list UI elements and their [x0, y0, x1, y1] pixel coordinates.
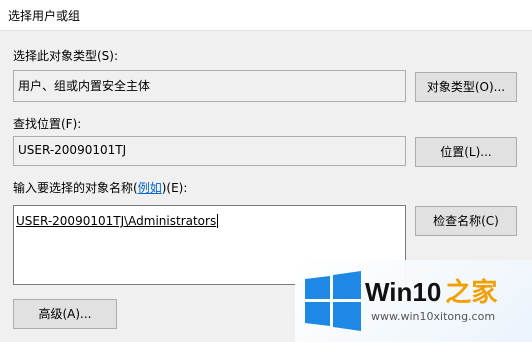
location-label: 查找位置(F):: [13, 117, 82, 131]
watermark-brand-text: Win10: [365, 277, 442, 307]
location-field: USER-20090101TJ: [13, 136, 406, 166]
check-names-button[interactable]: 检查名称(C): [415, 206, 517, 236]
examples-link[interactable]: 例如: [138, 181, 162, 195]
names-label-prefix: 输入要选择的对象名称(: [13, 181, 138, 195]
names-label-suffix: )(E):: [161, 181, 188, 195]
title-bar: 选择用户或组: [0, 0, 532, 31]
names-label: 输入要选择的对象名称(例如)(E):: [13, 179, 187, 196]
object-names-value: USER-20090101TJ\Administrators: [16, 214, 217, 228]
watermark-brand: Win10 之家: [365, 272, 497, 309]
watermark-logo: Win10 之家 www.win10xitong.com: [295, 260, 532, 342]
window-title: 选择用户或组: [8, 9, 81, 23]
object-type-label: 选择此对象类型(S):: [13, 49, 119, 63]
windows-logo-icon: [305, 271, 361, 331]
watermark-url: www.win10xitong.com: [371, 310, 496, 323]
object-types-button[interactable]: 对象类型(O)...: [415, 72, 517, 102]
object-type-value: 用户、组或内置安全主体: [18, 79, 151, 93]
watermark-brand-accent: 之家: [445, 277, 498, 307]
text-cursor: [217, 214, 219, 228]
advanced-button[interactable]: 高级(A)...: [13, 299, 117, 329]
object-type-field: 用户、组或内置安全主体: [13, 70, 406, 102]
locations-button[interactable]: 位置(L)...: [415, 137, 517, 167]
location-value: USER-20090101TJ: [18, 143, 127, 157]
